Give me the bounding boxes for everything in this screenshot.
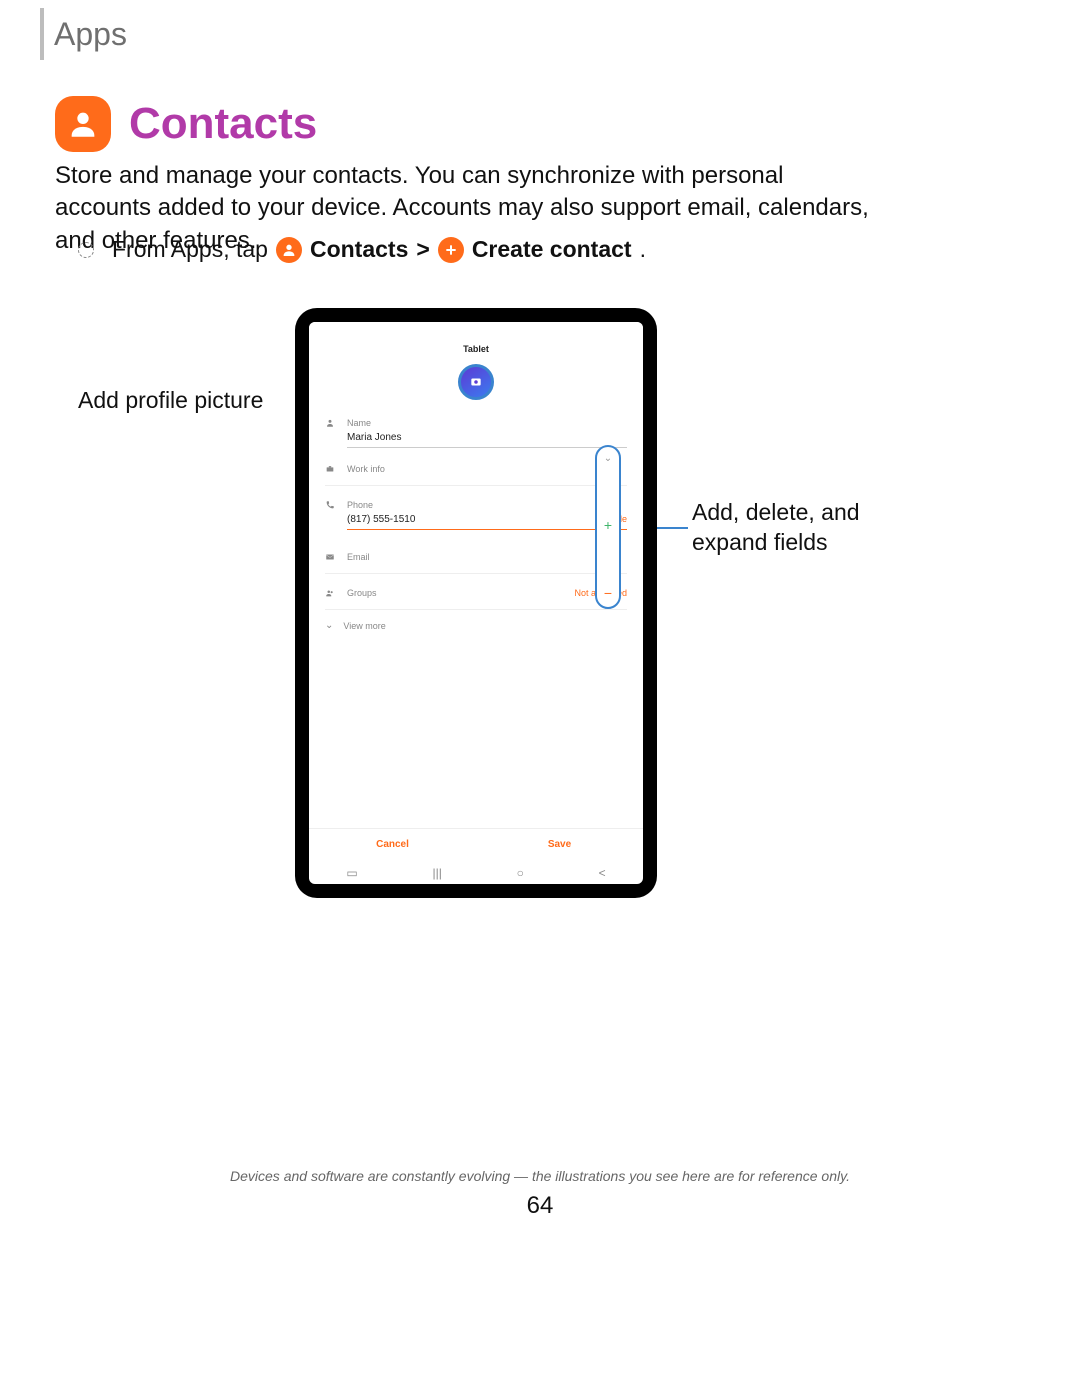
expand-field-icon[interactable]: ⌄ [604, 453, 612, 464]
delete-field-icon[interactable]: − [604, 585, 612, 601]
name-value[interactable]: Maria Jones [347, 428, 627, 448]
callout-fields: Add, delete, and expand fields [692, 498, 860, 558]
field-controls-pill: ⌄ + − [595, 445, 621, 609]
phone-value[interactable]: (817) 555-1510 [347, 514, 415, 525]
add-field-icon[interactable]: + [604, 517, 612, 533]
heading-text: Contacts [129, 99, 317, 149]
step-create: Create contact [472, 236, 632, 263]
contacts-app-icon [55, 96, 111, 152]
add-profile-picture-button[interactable] [458, 364, 494, 400]
phone-icon [325, 500, 337, 513]
name-field[interactable]: Name Maria Jones [325, 410, 627, 456]
email-field[interactable]: Email [325, 538, 627, 574]
chevron-down-icon: ⌄ [325, 620, 333, 631]
status-bar [309, 322, 643, 336]
work-info-label: Work info [347, 464, 627, 474]
view-more-label: View more [343, 621, 385, 631]
groups-field[interactable]: Groups Not assigned [325, 574, 627, 610]
bullet-icon [78, 242, 94, 258]
breadcrumb-bar [40, 8, 44, 60]
instruction-step: From Apps, tap Contacts > Create contact… [78, 236, 646, 263]
nav-home-icon[interactable]: ○ [517, 866, 524, 880]
callout-fields-line2: expand fields [692, 528, 860, 558]
page-heading: Contacts [55, 96, 317, 152]
briefcase-icon [325, 464, 337, 477]
step-chevron: > [416, 236, 429, 263]
page-number: 64 [0, 1192, 1080, 1220]
step-period: . [640, 236, 646, 263]
cancel-button[interactable]: Cancel [309, 829, 476, 860]
add-inline-icon [438, 237, 464, 263]
breadcrumb: Apps [40, 8, 127, 60]
name-label: Name [347, 418, 627, 428]
save-button[interactable]: Save [476, 829, 643, 860]
view-more-button[interactable]: ⌄ View more [325, 610, 627, 641]
nav-recents-icon[interactable]: ||| [432, 866, 441, 880]
step-prefix: From Apps, tap [112, 236, 268, 263]
callout-fields-line1: Add, delete, and [692, 498, 860, 528]
email-icon [325, 552, 337, 565]
contacts-inline-icon [276, 237, 302, 263]
nav-back-icon[interactable]: < [599, 866, 606, 880]
system-nav-bar: ▭ ||| ○ < [309, 860, 643, 884]
nav-recent-icon[interactable]: ▭ [346, 866, 357, 880]
screen-title: Tablet [309, 336, 643, 360]
step-contacts: Contacts [310, 236, 408, 263]
groups-label: Groups [347, 588, 377, 598]
callout-profile-picture: Add profile picture [78, 387, 263, 414]
contact-form: Name Maria Jones Work info Phone [309, 410, 643, 828]
person-icon [325, 418, 337, 431]
phone-field[interactable]: Phone (817) 555-1510 Mobile [325, 486, 627, 538]
tablet-screen: Tablet Name Maria Jones [309, 322, 643, 884]
work-info-field[interactable]: Work info [325, 456, 627, 486]
email-label: Email [347, 552, 627, 562]
breadcrumb-text: Apps [54, 16, 127, 53]
phone-label: Phone [347, 500, 627, 510]
footnote: Devices and software are constantly evol… [0, 1168, 1080, 1184]
action-bar: Cancel Save [309, 828, 643, 860]
groups-icon [325, 588, 337, 601]
